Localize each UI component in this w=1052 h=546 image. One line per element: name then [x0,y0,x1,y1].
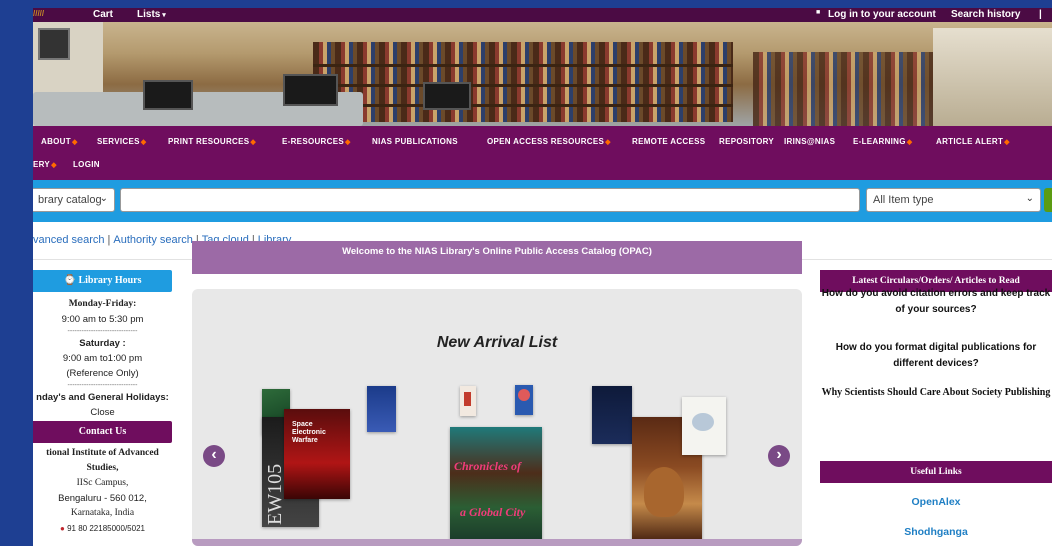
divider-dots: ------------------------------ [67,328,138,335]
bookshelf [313,42,733,122]
user-icon: ■ [816,9,821,16]
article-link-digital-publications[interactable]: How do you format digital publications f… [820,340,1052,372]
book-title: EW105 [264,463,286,525]
library-hours-sidebar: ⌚ Library Hours Monday-Friday: 9:00 am t… [33,270,172,546]
saturday-note: (Reference Only) [66,368,139,379]
lists-menu[interactable]: Lists ▾ [137,9,166,20]
catalog-select[interactable]: brary catalog ⌄ [33,188,115,212]
carousel-next-button[interactable]: › [768,445,790,467]
computer-monitor [423,82,471,110]
separator: | [1039,9,1042,20]
computer-monitor [283,74,338,106]
book-title-line1: Chronicles of [454,459,522,473]
logo-fragment: ///// [33,9,45,18]
address-line1: IISc Campus, [76,478,129,488]
book-cover[interactable] [460,386,476,416]
useful-links-header: Useful Links [820,461,1052,483]
holidays-value: Close [90,407,115,418]
holidays-label: nday's and General Holidays: [36,392,169,403]
search-bar: brary catalog ⌄ All Item type ⌄ [33,180,1052,222]
computer-monitor [143,80,193,110]
top-utility-bar: ///// Cart Lists ▾ ■ Log in to your acco… [33,8,1052,22]
search-go-button[interactable] [1044,188,1052,212]
item-type-select-value: All Item type [873,194,934,206]
divider-dots: ------------------------------ [67,382,138,389]
address-line3: Karnataka, India [70,508,135,518]
nav-nias-publications[interactable]: NIAS PUBLICATIONS [372,137,458,146]
nav-e-learning[interactable]: E-LEARNING◆ [853,137,912,146]
weekday-label: Monday-Friday: [68,299,137,309]
main-navigation: ABOUT◆ SERVICES◆ PRINT RESOURCES◆ E-RESO… [33,126,1052,180]
library-hours-header: ⌚ Library Hours [33,270,172,292]
carousel-footer-bar [192,539,802,546]
carousel-prev-button[interactable]: ‹ [203,445,225,467]
openalex-link[interactable]: OpenAlex [820,496,1052,508]
nav-about[interactable]: ABOUT◆ [41,137,78,146]
institute-name-line2: Studies, [86,463,119,473]
login-link[interactable]: Log in to your account [828,9,936,20]
library-banner-image [33,22,1052,126]
welcome-banner: Welcome to the NIAS Library's Online Pub… [192,241,802,274]
book-title: Space Electronic Warfare [292,421,326,444]
nav-services[interactable]: SERVICES◆ [97,137,146,146]
carousel-title: New Arrival List [436,334,558,351]
advanced-search-link[interactable]: vanced search [33,234,105,246]
item-type-select[interactable]: All Item type ⌄ [866,188,1041,212]
cart-link[interactable]: Cart [93,9,113,20]
article-link-citation[interactable]: How do you avoid citation errors and kee… [820,286,1052,318]
chevron-right-icon: › [776,446,782,463]
shodhganga-link[interactable]: Shodhganga [820,526,1052,538]
chevron-down-icon: ⌄ [99,193,108,204]
nav-article-alert[interactable]: ARTICLE ALERT◆ [936,137,1010,146]
catalog-select-value: brary catalog [38,194,102,206]
book-title-line2: a Global City [460,505,526,519]
book-cover[interactable] [592,386,632,444]
chevron-left-icon: ‹ [211,446,217,463]
lists-label: Lists [137,9,161,20]
browser-viewport: ///// Cart Lists ▾ ■ Log in to your acco… [33,8,1052,546]
book-cover[interactable] [367,386,396,432]
book-cover[interactable] [682,397,726,455]
bookshelf-right [753,52,933,126]
saturday-hours: 9:00 am to1:00 pm [62,353,143,364]
book-cover[interactable] [515,385,533,415]
search-history-link[interactable]: Search history [951,9,1020,20]
right-sidebar: Latest Circulars/Orders/ Articles to Rea… [820,270,1052,546]
nav-e-resources[interactable]: E-RESOURCES◆ [282,137,351,146]
phone-number: ● 91 80 22185000/5021 [60,524,145,533]
weekday-hours: 9:00 am to 5:30 pm [61,314,144,325]
new-arrivals-carousel: New Arrival List ‹ › EW105 Space Electro… [192,289,802,546]
book-cover-space-ew[interactable]: Space Electronic Warfare [284,409,350,499]
article-link-society-publishing[interactable]: Why Scientists Should Care About Society… [820,385,1052,401]
institute-name-line1: tional Institute of Advanced [46,448,159,458]
saturday-label: Saturday : [79,338,126,349]
nav-repository[interactable]: REPOSITORY [719,137,774,146]
nav-login[interactable]: LOGIN [73,160,100,169]
nav-gallery[interactable]: ERY◆ [33,160,57,169]
nav-open-access-resources[interactable]: OPEN ACCESS RESOURCES◆ [487,137,611,146]
nav-print-resources[interactable]: PRINT RESOURCES◆ [168,137,256,146]
clock-icon: ⌚ [63,275,79,286]
contact-us-header: Contact Us [33,421,172,443]
authority-search-link[interactable]: Authority search [113,234,192,246]
phone-icon: ● [60,524,65,533]
search-input[interactable] [120,188,860,212]
chevron-down-icon: ▾ [160,12,166,19]
nav-irins[interactable]: IRINS@NIAS [784,137,835,146]
chevron-down-icon: ⌄ [1025,193,1034,204]
address-line2: Bengaluru - 560 012, [58,493,147,504]
book-cover-chronicles[interactable]: Chronicles of a Global City [450,427,542,542]
nav-remote-access[interactable]: REMOTE ACCESS [632,137,705,146]
